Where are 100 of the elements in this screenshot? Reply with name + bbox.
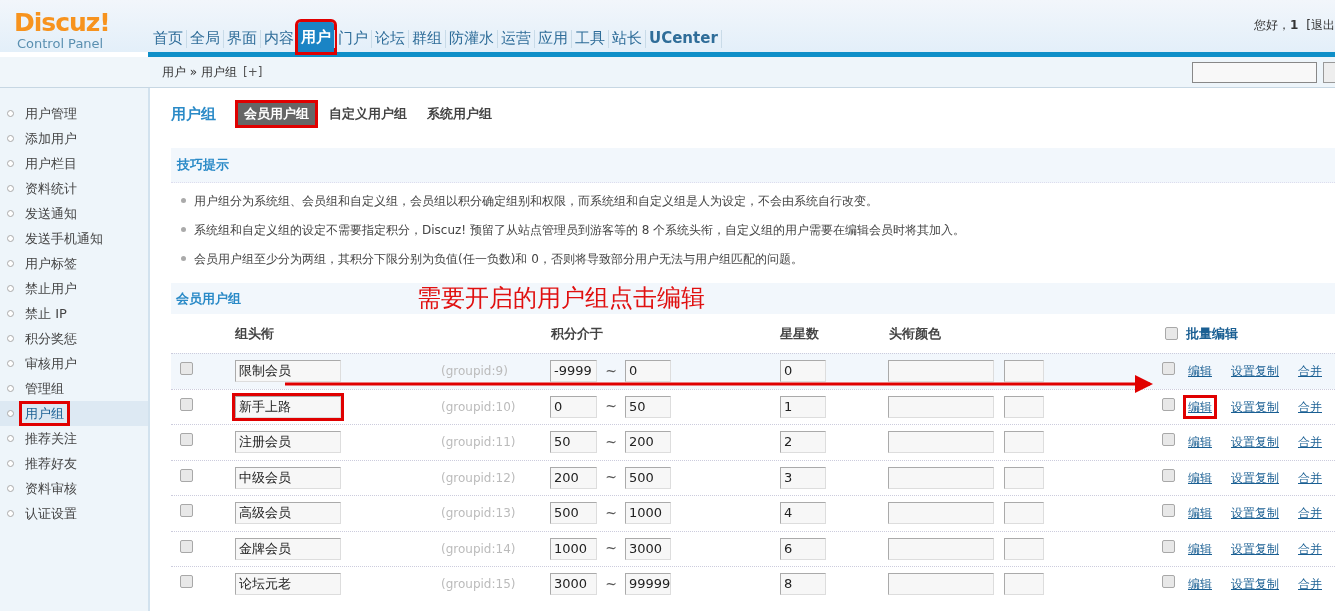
name-field[interactable]: 注册会员 bbox=[235, 431, 341, 454]
action-link[interactable]: 编辑 bbox=[1183, 465, 1217, 490]
color-swatch-field[interactable] bbox=[1004, 466, 1044, 489]
color-field[interactable] bbox=[888, 395, 994, 418]
tab[interactable]: 系统用户组 bbox=[421, 103, 498, 125]
name-field[interactable]: 论坛元老 bbox=[235, 573, 341, 596]
name-field[interactable]: 高级会员 bbox=[235, 502, 341, 525]
action-link[interactable]: 设置复制 bbox=[1226, 572, 1284, 597]
sidebar-item[interactable]: 发送手机通知 bbox=[0, 226, 148, 251]
checkbox[interactable] bbox=[180, 433, 193, 447]
max-points-field[interactable]: 50 bbox=[625, 395, 671, 418]
checkbox[interactable] bbox=[1162, 433, 1175, 447]
color-swatch-field[interactable] bbox=[1004, 502, 1044, 525]
min-points-field[interactable]: 500 bbox=[550, 502, 597, 525]
sidebar-item[interactable]: 发送通知 bbox=[0, 201, 148, 226]
checkbox[interactable] bbox=[180, 397, 193, 411]
nav-tab[interactable]: 全局 bbox=[187, 26, 223, 52]
sidebar-item[interactable]: 推荐好友 bbox=[0, 451, 148, 476]
sidebar-item[interactable]: 用户管理 bbox=[0, 101, 148, 126]
search-button[interactable] bbox=[1323, 61, 1335, 83]
action-link[interactable]: 编辑 bbox=[1183, 572, 1217, 597]
search-field[interactable] bbox=[1192, 61, 1317, 83]
nav-tab[interactable]: 内容 bbox=[261, 26, 297, 52]
min-points-field[interactable]: 50 bbox=[550, 431, 597, 454]
action-link[interactable]: 设置复制 bbox=[1226, 359, 1284, 384]
nav-tab[interactable]: 站长 bbox=[609, 26, 645, 52]
action-link[interactable]: 合并 bbox=[1293, 536, 1327, 561]
action-link[interactable]: 编辑 bbox=[1183, 501, 1217, 526]
action-link[interactable]: 设置复制 bbox=[1226, 465, 1284, 490]
action-link[interactable]: 编辑 bbox=[1183, 430, 1217, 455]
color-field[interactable] bbox=[888, 537, 994, 560]
min-points-field[interactable]: 3000 bbox=[550, 573, 597, 596]
action-link[interactable]: 编辑 bbox=[1183, 536, 1217, 561]
color-swatch-field[interactable] bbox=[1004, 431, 1044, 454]
min-points-field[interactable]: 200 bbox=[550, 466, 597, 489]
checkbox[interactable] bbox=[180, 362, 193, 376]
stars-field[interactable]: 6 bbox=[780, 537, 826, 560]
action-link[interactable]: 编辑 bbox=[1183, 359, 1217, 384]
nav-tab[interactable]: 防灌水 bbox=[446, 26, 497, 52]
nav-tab[interactable]: 群组 bbox=[409, 26, 445, 52]
sidebar-item[interactable]: 资料审核 bbox=[0, 476, 148, 501]
nav-tab[interactable]: 首页 bbox=[150, 26, 186, 52]
color-swatch-field[interactable] bbox=[1004, 360, 1044, 383]
nav-tab[interactable]: UCenter bbox=[646, 26, 721, 52]
stars-field[interactable]: 1 bbox=[780, 395, 826, 418]
checkbox[interactable] bbox=[180, 504, 193, 518]
logout-link[interactable]: [退出 bbox=[1306, 16, 1335, 34]
nav-tab[interactable]: 界面 bbox=[224, 26, 260, 52]
sidebar-item[interactable]: 用户组 bbox=[0, 401, 148, 426]
name-field[interactable]: 限制会员 bbox=[235, 360, 341, 383]
max-points-field[interactable]: 1000 bbox=[625, 502, 671, 525]
checkbox[interactable] bbox=[1162, 539, 1175, 553]
action-link[interactable]: 合并 bbox=[1293, 572, 1327, 597]
checkbox[interactable] bbox=[180, 539, 193, 553]
max-points-field[interactable]: 3000 bbox=[625, 537, 671, 560]
action-link[interactable]: 合并 bbox=[1293, 430, 1327, 455]
action-link[interactable]: 合并 bbox=[1293, 359, 1327, 384]
action-link[interactable]: 编辑 bbox=[1183, 394, 1217, 419]
nav-tab[interactable]: 运营 bbox=[498, 26, 534, 52]
nav-tab[interactable]: 应用 bbox=[535, 26, 571, 52]
action-link[interactable]: 合并 bbox=[1293, 394, 1327, 419]
checkbox[interactable] bbox=[1162, 468, 1175, 482]
color-swatch-field[interactable] bbox=[1004, 573, 1044, 596]
action-link[interactable]: 合并 bbox=[1293, 501, 1327, 526]
sidebar-item[interactable]: 管理组 bbox=[0, 376, 148, 401]
max-points-field[interactable]: 500 bbox=[625, 466, 671, 489]
color-field[interactable] bbox=[888, 431, 994, 454]
checkbox[interactable] bbox=[1165, 327, 1178, 340]
name-field[interactable]: 新手上路 bbox=[235, 395, 341, 418]
checkbox[interactable] bbox=[180, 575, 193, 589]
nav-tab[interactable]: 工具 bbox=[572, 26, 608, 52]
sidebar-item[interactable]: 用户标签 bbox=[0, 251, 148, 276]
checkbox[interactable] bbox=[1162, 397, 1175, 411]
action-link[interactable]: 设置复制 bbox=[1226, 501, 1284, 526]
sidebar-item[interactable]: 积分奖惩 bbox=[0, 326, 148, 351]
checkbox[interactable] bbox=[1162, 575, 1175, 589]
color-field[interactable] bbox=[888, 502, 994, 525]
sidebar-item[interactable]: 添加用户 bbox=[0, 126, 148, 151]
stars-field[interactable]: 0 bbox=[780, 360, 826, 383]
sidebar-item[interactable]: 认证设置 bbox=[0, 501, 148, 526]
stars-field[interactable]: 3 bbox=[780, 466, 826, 489]
max-points-field[interactable]: 0 bbox=[625, 360, 671, 383]
stars-field[interactable]: 2 bbox=[780, 431, 826, 454]
action-link[interactable]: 合并 bbox=[1293, 465, 1327, 490]
action-link[interactable]: 设置复制 bbox=[1226, 430, 1284, 455]
name-field[interactable]: 中级会员 bbox=[235, 466, 341, 489]
sidebar-item[interactable]: 用户栏目 bbox=[0, 151, 148, 176]
max-points-field[interactable]: 200 bbox=[625, 431, 671, 454]
sidebar-item[interactable]: 禁止用户 bbox=[0, 276, 148, 301]
min-points-field[interactable]: -9999 bbox=[550, 360, 597, 383]
color-field[interactable] bbox=[888, 573, 994, 596]
checkbox[interactable] bbox=[1162, 362, 1175, 376]
sidebar-item[interactable]: 审核用户 bbox=[0, 351, 148, 376]
sidebar-item[interactable]: 资料统计 bbox=[0, 176, 148, 201]
name-field[interactable]: 金牌会员 bbox=[235, 537, 341, 560]
stars-field[interactable]: 8 bbox=[780, 573, 826, 596]
nav-tab[interactable]: 论坛 bbox=[372, 26, 408, 52]
checkbox[interactable] bbox=[1162, 504, 1175, 518]
action-link[interactable]: 设置复制 bbox=[1226, 536, 1284, 561]
color-field[interactable] bbox=[888, 360, 994, 383]
